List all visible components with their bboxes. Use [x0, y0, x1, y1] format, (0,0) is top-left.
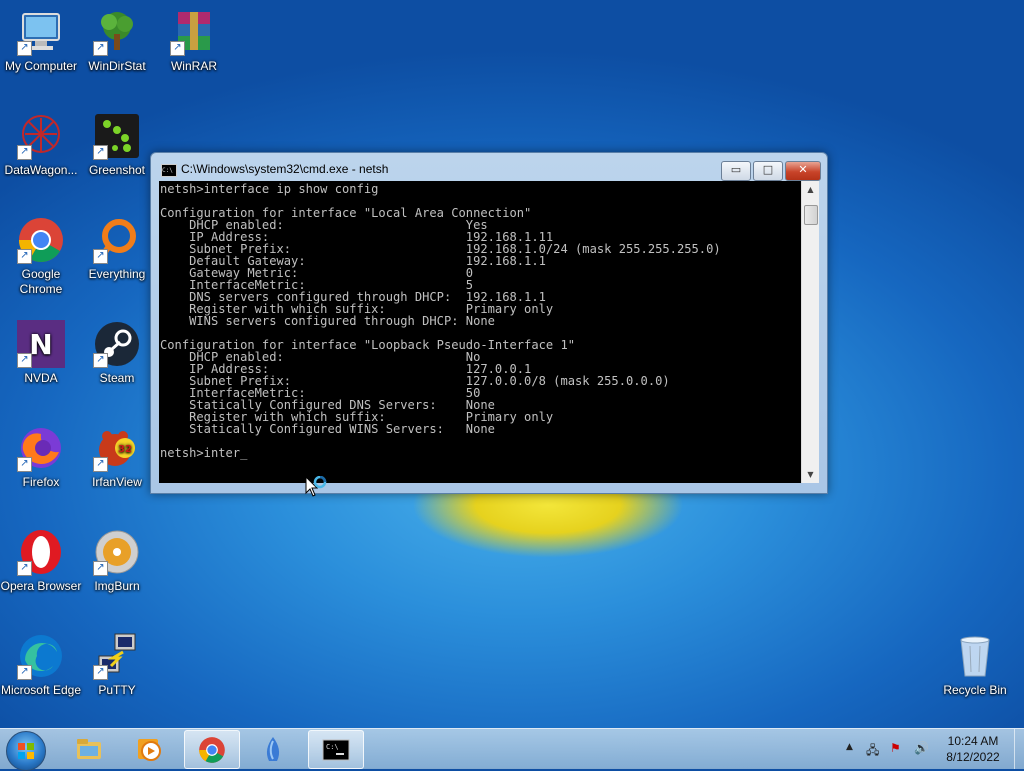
close-button[interactable]: ✕: [785, 161, 821, 181]
desktop-icon-firefox[interactable]: ↗ Firefox: [0, 424, 82, 490]
windows-logo-icon: [18, 743, 34, 759]
maximize-button[interactable]: □: [753, 161, 783, 181]
console-output[interactable]: netsh>interface ip show config Configura…: [159, 181, 801, 483]
taskbar-item-file-explorer[interactable]: [62, 730, 116, 767]
taskbar-item-chrome[interactable]: [184, 730, 240, 769]
desktop-icon-label: Opera Browser: [0, 579, 82, 593]
start-button[interactable]: [6, 731, 46, 771]
show-hidden-icons-icon[interactable]: ▲: [846, 742, 853, 752]
firefox-icon: ↗: [17, 424, 65, 472]
desktop-icon-label: ImgBurn: [94, 579, 140, 593]
desktop-icon-label: Google Chrome: [19, 267, 63, 296]
clock-time: 10:24 AM: [947, 734, 999, 748]
winrar-icon: ↗: [170, 8, 218, 56]
desktop-icon-everything[interactable]: ↗ Everything: [76, 216, 158, 282]
computer-icon: ↗: [17, 8, 65, 56]
desktop-icon-label: Steam: [99, 371, 135, 385]
imgburn-icon: ↗: [93, 528, 141, 576]
steam-icon: ↗: [93, 320, 141, 368]
cmd-icon: C:\: [161, 164, 177, 177]
taskbar-item-media-player[interactable]: [122, 730, 176, 767]
busy-cursor-icon: [305, 475, 335, 502]
recycle-bin-icon: [951, 632, 999, 680]
clock-date: 8/12/2022: [946, 750, 1000, 764]
volume-icon[interactable]: 🔊: [914, 741, 929, 755]
action-center-icon[interactable]: ⚑: [890, 741, 901, 755]
desktop-icon-steam[interactable]: ↗ Steam: [76, 320, 158, 386]
desktop-icon-label: DataWagon...: [4, 163, 78, 177]
desktop-icon-recycle-bin[interactable]: Recycle Bin: [934, 632, 1016, 698]
desktop-icon-putty[interactable]: ↗ PuTTY: [76, 632, 158, 698]
everything-icon: ↗: [93, 216, 141, 264]
taskbar: C:\ ▲ 🖧 ⚑ 🔊 10:24 AM 8/12/2022: [0, 728, 1024, 771]
desktop-icon-nvda[interactable]: N ↗ NVDA: [0, 320, 82, 386]
window-titlebar[interactable]: C:\ C:\Windows\system32\cmd.exe - netsh …: [151, 153, 827, 181]
desktop-icon-microsoft-edge[interactable]: ↗ Microsoft Edge: [0, 632, 82, 698]
desktop-icon-my-computer[interactable]: ↗ My Computer: [0, 8, 82, 74]
chrome-icon: [199, 737, 225, 763]
vertical-scrollbar[interactable]: ▲ ▼: [801, 181, 819, 483]
nvda-icon: N ↗: [17, 320, 65, 368]
file-explorer-icon: [77, 739, 101, 759]
scroll-down-icon[interactable]: ▼: [802, 466, 819, 483]
cmd-window[interactable]: C:\ C:\Windows\system32\cmd.exe - netsh …: [150, 152, 828, 494]
desktop-icon-label: Firefox: [22, 475, 60, 489]
window-title: C:\Windows\system32\cmd.exe - netsh: [181, 162, 389, 176]
datawagon-icon: ↗: [17, 112, 65, 160]
taskbar-item-cmd[interactable]: C:\: [308, 730, 364, 769]
desktop-icon-opera[interactable]: ↗ Opera Browser: [0, 528, 82, 594]
desktop-icon-label: Microsoft Edge: [0, 683, 82, 697]
console-text: netsh>interface ip show config Configura…: [160, 182, 721, 460]
svg-text:32: 32: [118, 444, 132, 455]
putty-icon: ↗: [93, 632, 141, 680]
desktop-icon-label: NVDA: [24, 371, 58, 385]
cmd-icon: C:\: [322, 739, 350, 761]
desktop-icon-label: WinDirStat: [88, 59, 146, 73]
windirstat-icon: ↗: [93, 8, 141, 56]
desktop-icon-winrar[interactable]: ↗ WinRAR: [153, 8, 235, 74]
desktop-icon-windirstat[interactable]: ↗ WinDirStat: [76, 8, 158, 74]
desktop-icon-google-chrome[interactable]: ↗ Google Chrome: [0, 216, 82, 297]
desktop-icon-label: IrfanView: [92, 475, 142, 489]
desktop-icon-label: Everything: [88, 267, 146, 281]
media-player-icon: [138, 739, 161, 761]
greenshot-icon: ↗: [93, 112, 141, 160]
chrome-icon: ↗: [17, 216, 65, 264]
text-cursor: _: [240, 446, 248, 460]
app-icon: [266, 737, 280, 761]
svg-text:N: N: [29, 328, 52, 361]
network-icon[interactable]: 🖧: [866, 741, 879, 762]
desktop-icon-irfanview[interactable]: 32 ↗ IrfanView: [76, 424, 158, 490]
edge-icon: ↗: [17, 632, 65, 680]
desktop-icon-imgburn[interactable]: ↗ ImgBurn: [76, 528, 158, 594]
desktop-icon-datawagon[interactable]: ↗ DataWagon...: [0, 112, 82, 178]
svg-text:C:\: C:\: [326, 743, 339, 751]
scroll-thumb[interactable]: [804, 205, 818, 225]
desktop-icon-label: Greenshot: [88, 163, 146, 177]
scroll-up-icon[interactable]: ▲: [802, 181, 819, 198]
opera-icon: ↗: [17, 528, 65, 576]
clock[interactable]: 10:24 AM 8/12/2022: [938, 733, 1008, 765]
show-desktop-button[interactable]: [1014, 729, 1024, 769]
taskbar-item-app[interactable]: [246, 730, 300, 767]
desktop-icon-label: WinRAR: [170, 59, 217, 73]
desktop-icon-greenshot[interactable]: ↗ Greenshot: [76, 112, 158, 178]
irfanview-icon: 32 ↗: [93, 424, 141, 472]
desktop-icon-label: My Computer: [4, 59, 78, 73]
desktop-icon-label: PuTTY: [98, 683, 136, 697]
minimize-button[interactable]: ▭: [721, 161, 751, 181]
desktop-icon-label: Recycle Bin: [943, 683, 1007, 697]
